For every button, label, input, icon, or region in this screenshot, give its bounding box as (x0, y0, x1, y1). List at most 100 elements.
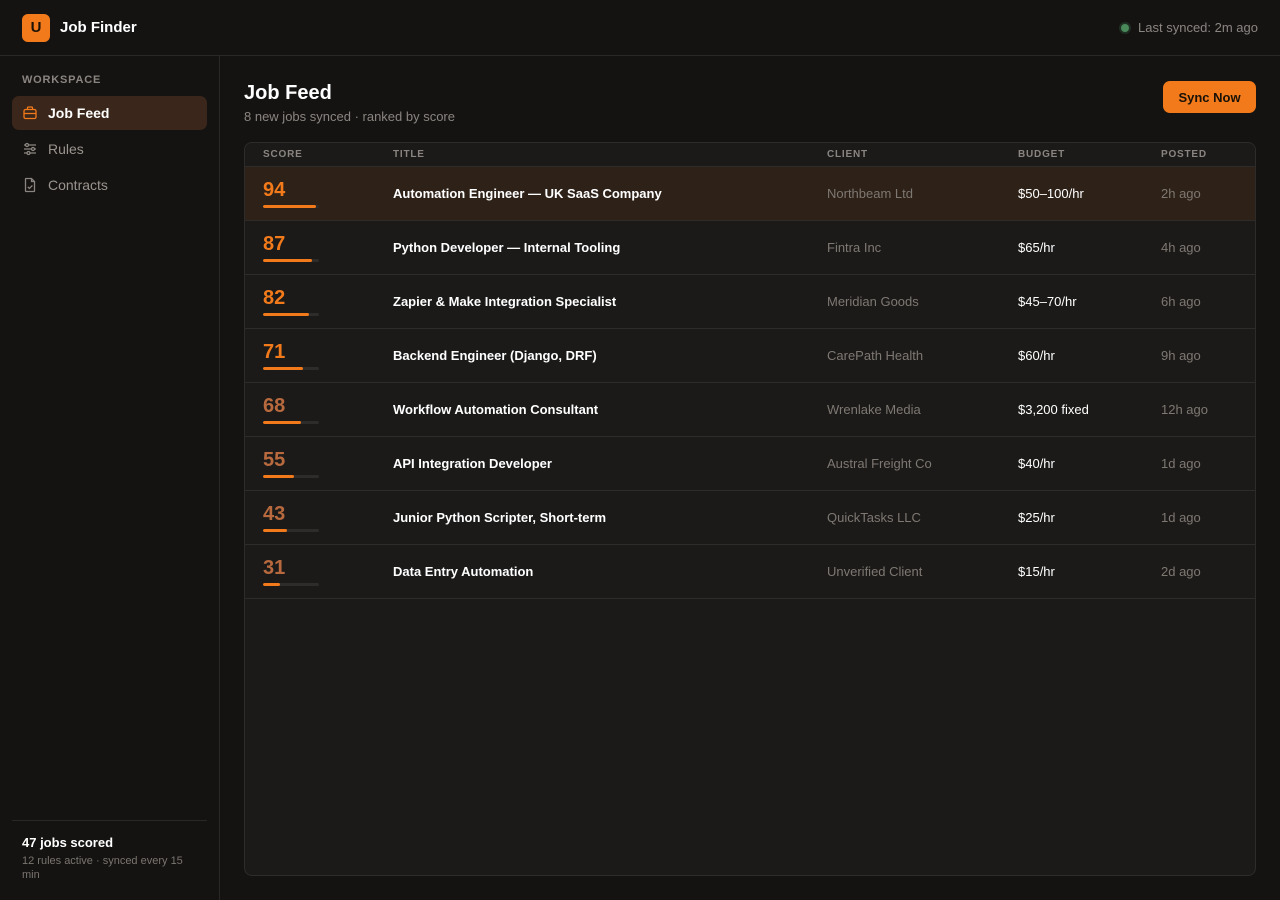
posted-time: 2d ago (1161, 564, 1201, 579)
score-bar-fill (263, 367, 303, 370)
table-row[interactable]: 31 Data Entry Automation Unverified Client… (245, 545, 1255, 599)
sync-now-button[interactable]: Sync Now (1163, 81, 1256, 113)
score-cell: 55 (245, 449, 393, 478)
column-header-posted[interactable]: POSTED (1161, 149, 1255, 160)
score-bar (263, 259, 319, 262)
table-row[interactable]: 43 Junior Python Scripter, Short-term Quic… (245, 491, 1255, 545)
score-bar (263, 529, 319, 532)
budget-value: $50–100/hr (1018, 186, 1084, 201)
job-title[interactable]: Automation Engineer — UK SaaS Company (393, 186, 662, 201)
sidebar-item-job-feed[interactable]: Job Feed (12, 96, 207, 130)
score-bar-fill (263, 313, 309, 316)
client-name: CarePath Health (827, 348, 924, 363)
budget-value: $3,200 fixed (1018, 402, 1089, 417)
score-cell: 82 (245, 287, 393, 316)
score-cell: 43 (245, 503, 393, 532)
posted-time: 1d ago (1161, 456, 1201, 471)
document-check-icon (24, 177, 36, 193)
job-table: SCORE TITLE CLIENT BUDGET POSTED 94 Autom… (244, 142, 1256, 876)
table-body: 94 Automation Engineer — UK SaaS Company N… (245, 167, 1255, 599)
job-title[interactable]: Data Entry Automation (393, 564, 533, 579)
job-title[interactable]: Zapier & Make Integration Specialist (393, 294, 616, 309)
sidebar: WORKSPACE Job Feed Rules Contracts 47 jo… (0, 56, 220, 900)
status-dot-icon (1121, 23, 1130, 32)
score-bar-fill (263, 259, 312, 262)
posted-time: 6h ago (1161, 294, 1201, 309)
posted-time: 4h ago (1161, 240, 1201, 255)
sidebar-section-label: WORKSPACE (22, 74, 102, 86)
score-value: 71 (263, 341, 286, 363)
score-value: 55 (263, 449, 286, 471)
column-header-budget[interactable]: BUDGET (1018, 149, 1161, 160)
score-bar-fill (263, 475, 294, 478)
score-bar-fill (263, 205, 316, 208)
table-row[interactable]: 82 Zapier & Make Integration Specialist Me… (245, 275, 1255, 329)
client-name: QuickTasks LLC (827, 510, 921, 525)
client-name: Northbeam Ltd (827, 186, 913, 201)
score-bar-fill (263, 529, 288, 532)
score-bar (263, 583, 319, 586)
job-title[interactable]: Junior Python Scripter, Short-term (393, 510, 606, 525)
table-header: SCORE TITLE CLIENT BUDGET POSTED (245, 143, 1255, 167)
sync-status-text: Last synced: 2m ago (1138, 20, 1258, 35)
table-row[interactable]: 71 Backend Engineer (Django, DRF) CarePath… (245, 329, 1255, 383)
table-row[interactable]: 87 Python Developer — Internal Tooling Fin… (245, 221, 1255, 275)
budget-value: $40/hr (1018, 456, 1055, 471)
client-name: Wrenlake Media (827, 402, 921, 417)
top-bar: U Job Finder Last synced: 2m ago (0, 0, 1280, 56)
score-cell: 94 (245, 179, 393, 208)
budget-value: $60/hr (1018, 348, 1055, 363)
sliders-icon (24, 142, 36, 156)
budget-value: $65/hr (1018, 240, 1055, 255)
column-header-title[interactable]: TITLE (393, 149, 827, 160)
table-row[interactable]: 55 API Integration Developer Austral Freig… (245, 437, 1255, 491)
client-name: Austral Freight Co (827, 456, 932, 471)
column-header-client[interactable]: CLIENT (827, 149, 1018, 160)
sidebar-item-label: Rules (48, 141, 84, 157)
score-cell: 71 (245, 341, 393, 370)
score-value: 82 (263, 287, 286, 309)
budget-value: $45–70/hr (1018, 294, 1077, 309)
page-subtitle: 8 new jobs synced · ranked by score (244, 109, 455, 124)
rules-summary: 12 rules active · synced every 15 min (22, 855, 183, 881)
table-row[interactable]: 68 Workflow Automation Consultant Wrenlake… (245, 383, 1255, 437)
sidebar-item-label: Contracts (48, 177, 108, 193)
app-logo: U (22, 13, 50, 42)
score-value: 94 (263, 179, 286, 201)
client-name: Meridian Goods (827, 294, 919, 309)
job-title[interactable]: Backend Engineer (Django, DRF) (393, 348, 597, 363)
briefcase-icon (23, 106, 37, 120)
posted-time: 1d ago (1161, 510, 1201, 525)
score-cell: 68 (245, 395, 393, 424)
column-header-score[interactable]: SCORE (245, 149, 393, 160)
score-cell: 87 (245, 233, 393, 262)
sidebar-item-contracts[interactable]: Contracts (12, 168, 207, 202)
score-bar-fill (263, 583, 281, 586)
score-value: 43 (263, 503, 286, 525)
score-value: 68 (263, 395, 286, 417)
jobs-scored-count: 47 jobs scored (22, 835, 114, 850)
budget-value: $25/hr (1018, 510, 1055, 525)
job-title[interactable]: Python Developer — Internal Tooling (393, 240, 620, 255)
score-bar (263, 367, 319, 370)
posted-time: 9h ago (1161, 348, 1201, 363)
sidebar-item-rules[interactable]: Rules (12, 132, 207, 166)
posted-time: 2h ago (1161, 186, 1201, 201)
posted-time: 12h ago (1161, 402, 1208, 417)
sync-status: Last synced: 2m ago (1121, 20, 1258, 35)
job-title[interactable]: Workflow Automation Consultant (393, 402, 598, 417)
score-bar-fill (263, 421, 302, 424)
job-title[interactable]: API Integration Developer (393, 456, 552, 471)
sidebar-footer: 47 jobs scored 12 rules active · synced … (12, 820, 207, 882)
page-title: Job Feed (244, 82, 332, 104)
sidebar-item-label: Job Feed (48, 105, 110, 121)
table-row[interactable]: 94 Automation Engineer — UK SaaS Company N… (245, 167, 1255, 221)
score-bar (263, 475, 319, 478)
main-content: Job Feed 8 new jobs synced · ranked by s… (220, 56, 1280, 900)
score-cell: 31 (245, 557, 393, 586)
score-bar (263, 421, 319, 424)
score-bar (263, 205, 319, 208)
score-value: 31 (263, 557, 286, 579)
client-name: Fintra Inc (827, 240, 882, 255)
budget-value: $15/hr (1018, 564, 1055, 579)
